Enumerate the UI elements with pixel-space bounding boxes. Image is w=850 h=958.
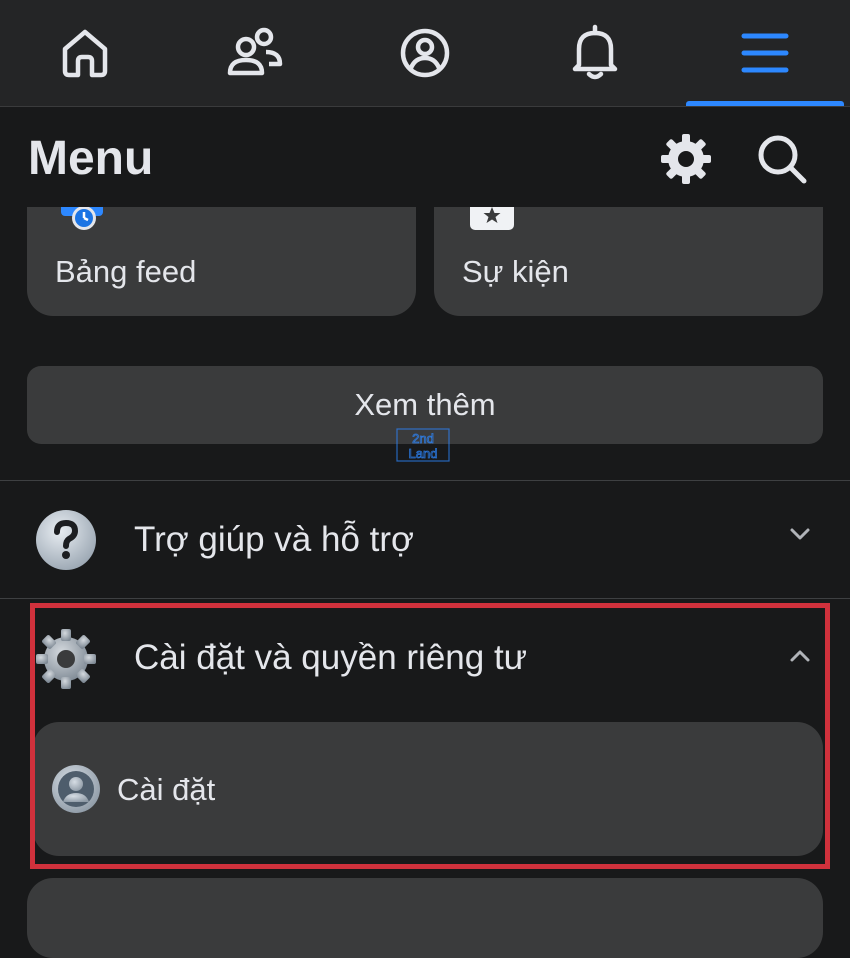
page-title: Menu [28,132,154,185]
profile-icon [400,28,450,78]
nav-tab-profile[interactable] [340,0,510,106]
help-support-label: Trợ giúp và hỗ trợ [134,520,414,559]
watermark-logo: 2nd Land [396,428,450,462]
search-icon [758,135,807,184]
question-icon [36,510,96,570]
help-support-row[interactable]: Trợ giúp và hỗ trợ [0,482,850,598]
shortcut-label-feed: Bảng feed [55,254,197,289]
section-divider [0,480,850,481]
settings-button[interactable] [656,129,716,189]
search-button[interactable] [752,129,812,189]
svg-text:2nd: 2nd [412,431,434,446]
top-navigation-bar [0,0,850,107]
menu-header: Menu [0,107,850,207]
nav-tab-menu[interactable] [680,0,850,106]
svg-text:Land: Land [409,446,438,461]
chevron-down-icon [790,528,810,540]
nav-tab-friends[interactable] [170,0,340,106]
hamburger-menu-icon [741,33,789,73]
bell-icon [572,24,618,80]
nav-tab-notifications[interactable] [510,0,680,106]
section-divider [0,598,850,599]
gear-icon [661,134,711,184]
active-tab-indicator [686,101,844,106]
shortcut-label-events: Sự kiện [462,254,569,289]
friends-icon [227,27,283,76]
next-item-card[interactable] [27,878,823,958]
highlight-annotation-box [30,603,830,869]
home-icon [62,29,108,78]
nav-tab-home[interactable] [0,0,170,106]
